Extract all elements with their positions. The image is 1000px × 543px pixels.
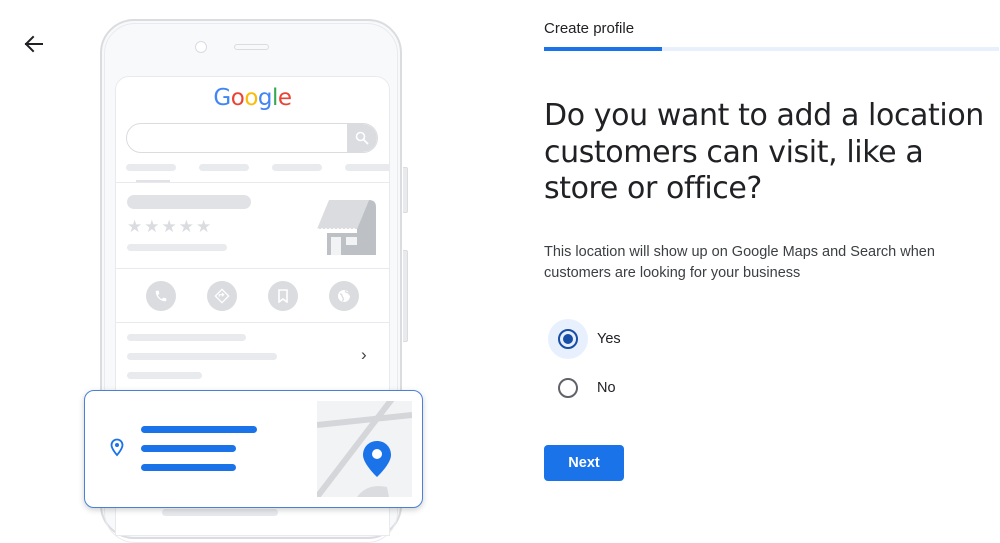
logo-letter: o — [244, 85, 258, 111]
mini-map — [317, 401, 412, 497]
globe-icon — [338, 290, 350, 302]
question-description: This location will show up on Google Map… — [544, 244, 935, 281]
illustration-search-box — [126, 123, 378, 153]
radio-label-yes: Yes — [597, 331, 621, 347]
back-button[interactable] — [18, 28, 50, 60]
radio-focus-halo — [548, 319, 588, 359]
tab-chip — [126, 164, 176, 171]
phone-side-button — [403, 250, 408, 342]
radio-option-yes[interactable]: Yes — [548, 319, 621, 359]
star-icon: ★ — [144, 217, 160, 236]
step-title: Create profile — [544, 20, 635, 37]
text-placeholder — [127, 334, 246, 341]
directions-icon — [214, 288, 230, 304]
call-action — [146, 281, 176, 311]
radio-button-yes[interactable] — [558, 329, 578, 349]
arrow-left-icon — [24, 35, 43, 53]
progress-bar — [544, 47, 999, 51]
location-pin-icon — [110, 438, 124, 457]
tab-chip — [199, 164, 249, 171]
question-heading: Do you want to add a location customers … — [544, 98, 984, 206]
phone-speaker — [234, 44, 269, 50]
next-button[interactable]: Next — [544, 445, 624, 481]
directions-action — [207, 281, 237, 311]
card-text-line — [141, 426, 257, 433]
progress-fill — [544, 47, 663, 51]
business-name-placeholder — [127, 195, 251, 209]
logo-letter: g — [257, 85, 273, 111]
bookmark-icon — [278, 289, 288, 303]
search-icon — [355, 131, 369, 145]
radio-option-no[interactable]: No — [548, 368, 616, 408]
phone-side-button — [403, 167, 408, 213]
location-card-illustration — [84, 390, 423, 508]
text-placeholder — [127, 353, 277, 360]
text-placeholder — [127, 244, 227, 251]
google-logo: Google — [116, 85, 389, 111]
divider — [116, 182, 389, 183]
radio-button-no[interactable] — [558, 378, 578, 398]
card-text-line — [141, 464, 236, 471]
radio-focus-halo — [548, 368, 588, 408]
logo-letter: G — [213, 85, 231, 111]
storefront-icon — [317, 200, 376, 255]
search-button-illustration — [347, 124, 377, 152]
card-text-line — [141, 445, 236, 452]
website-action — [329, 281, 359, 311]
text-placeholder — [162, 509, 278, 516]
map-pin-icon — [363, 441, 391, 477]
phone-camera — [195, 41, 207, 53]
star-icon: ★ — [127, 217, 143, 236]
divider — [116, 322, 389, 323]
chevron-right-icon: › — [361, 345, 367, 364]
text-placeholder — [127, 372, 202, 379]
divider — [116, 268, 389, 269]
logo-letter: e — [277, 85, 292, 111]
radio-label-no: No — [597, 380, 616, 396]
phone-icon — [155, 290, 167, 302]
logo-letter: o — [230, 85, 245, 111]
tab-chip — [345, 164, 389, 171]
star-icon: ★ — [178, 217, 194, 236]
radio-selected-dot — [563, 334, 573, 344]
star-icon: ★ — [196, 217, 212, 236]
save-action — [268, 281, 298, 311]
star-icon: ★ — [161, 217, 177, 236]
tab-chip — [272, 164, 322, 171]
rating-stars: ★ ★ ★ ★ ★ — [127, 218, 211, 235]
